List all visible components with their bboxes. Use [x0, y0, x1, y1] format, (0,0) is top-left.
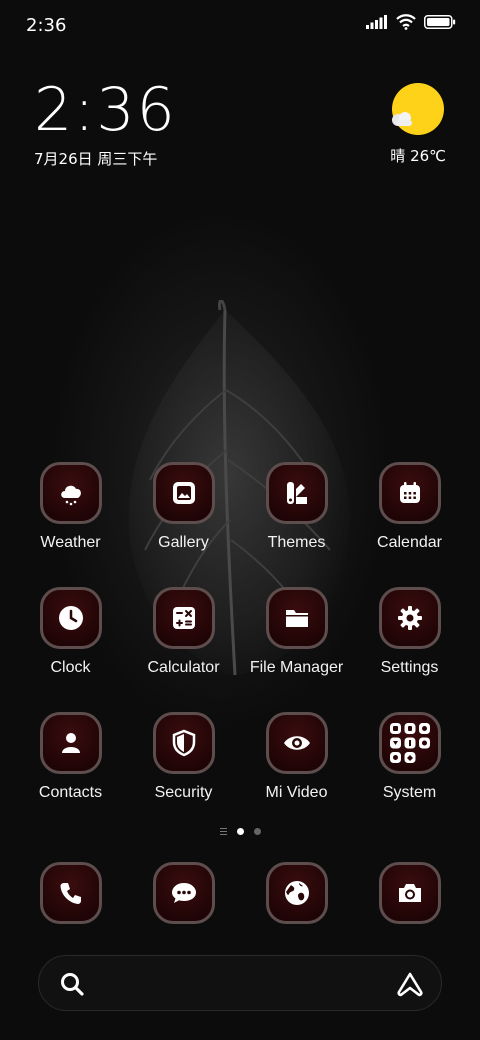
- camera-icon[interactable]: [378, 862, 441, 924]
- app-weather[interactable]: Weather: [14, 462, 127, 562]
- page-indicator: [0, 828, 480, 835]
- app-label: Clock: [50, 659, 91, 676]
- app-label: Calculator: [147, 659, 220, 676]
- wifi-icon: [396, 14, 416, 30]
- themes-icon[interactable]: [265, 462, 328, 524]
- calendar-icon[interactable]: [378, 462, 441, 524]
- search-bar[interactable]: [38, 955, 442, 1011]
- dock-browser[interactable]: [240, 862, 353, 926]
- eye-icon[interactable]: [265, 712, 328, 774]
- app-file-manager[interactable]: File Manager: [240, 587, 353, 687]
- dock-camera[interactable]: [353, 862, 466, 926]
- weather-icon[interactable]: [39, 462, 102, 524]
- status-bar: 2:36: [0, 0, 480, 52]
- gear-icon[interactable]: [378, 587, 441, 649]
- app-label: Mi Video: [265, 784, 328, 801]
- app-gallery[interactable]: Gallery: [127, 462, 240, 562]
- sunny-partly-cloudy-icon: [392, 83, 444, 135]
- dock: [14, 862, 466, 926]
- app-label: Settings: [380, 659, 439, 676]
- app-label: System: [382, 784, 437, 801]
- widget-time: 2:36: [34, 75, 177, 145]
- messages-icon[interactable]: [152, 862, 215, 924]
- app-mi-video[interactable]: Mi Video: [240, 712, 353, 812]
- app-grid: Weather Gallery Themes Calendar Clock Ca…: [14, 462, 466, 812]
- app-calendar[interactable]: Calendar: [353, 462, 466, 562]
- status-icons: [366, 14, 456, 30]
- cloud-icon: [392, 112, 412, 126]
- app-label: Themes: [267, 534, 326, 551]
- dock-messages[interactable]: [127, 862, 240, 926]
- app-label: Weather: [40, 534, 101, 551]
- app-contacts[interactable]: Contacts: [14, 712, 127, 812]
- app-themes[interactable]: Themes: [240, 462, 353, 562]
- clock-widget[interactable]: 2:36 7月26日 周三下午: [34, 78, 177, 169]
- app-calculator[interactable]: Calculator: [127, 587, 240, 687]
- assistant-icon[interactable]: [395, 970, 425, 998]
- calculator-icon[interactable]: [152, 587, 215, 649]
- weather-text: 晴 26℃: [390, 147, 446, 165]
- gallery-icon[interactable]: [152, 462, 215, 524]
- search-icon: [61, 973, 84, 996]
- app-label: File Manager: [249, 659, 344, 676]
- app-settings[interactable]: Settings: [353, 587, 466, 687]
- widget-date: 7月26日 周三下午: [34, 150, 158, 168]
- app-label: Contacts: [38, 784, 103, 801]
- phone-icon[interactable]: [39, 862, 102, 924]
- folder-grid-icon[interactable]: [378, 712, 441, 774]
- battery-icon: [424, 15, 456, 29]
- app-clock[interactable]: Clock: [14, 587, 127, 687]
- folder-icon[interactable]: [265, 587, 328, 649]
- page-dot-active: [236, 828, 244, 835]
- weather-widget[interactable]: 晴 26℃: [356, 80, 446, 170]
- signal-icon: [366, 15, 387, 29]
- app-label: Calendar: [377, 534, 442, 551]
- page-dot: [253, 828, 261, 835]
- app-drawer-lines-icon: [219, 828, 227, 835]
- app-security[interactable]: Security: [127, 712, 240, 812]
- contacts-icon[interactable]: [39, 712, 102, 774]
- dock-phone[interactable]: [14, 862, 127, 926]
- app-label: Security: [154, 784, 213, 801]
- app-system-folder[interactable]: System: [353, 712, 466, 812]
- app-label: Gallery: [158, 534, 209, 551]
- clock-icon[interactable]: [39, 587, 102, 649]
- status-time: 2:36: [26, 15, 67, 36]
- browser-icon[interactable]: [265, 862, 328, 924]
- shield-icon[interactable]: [152, 712, 215, 774]
